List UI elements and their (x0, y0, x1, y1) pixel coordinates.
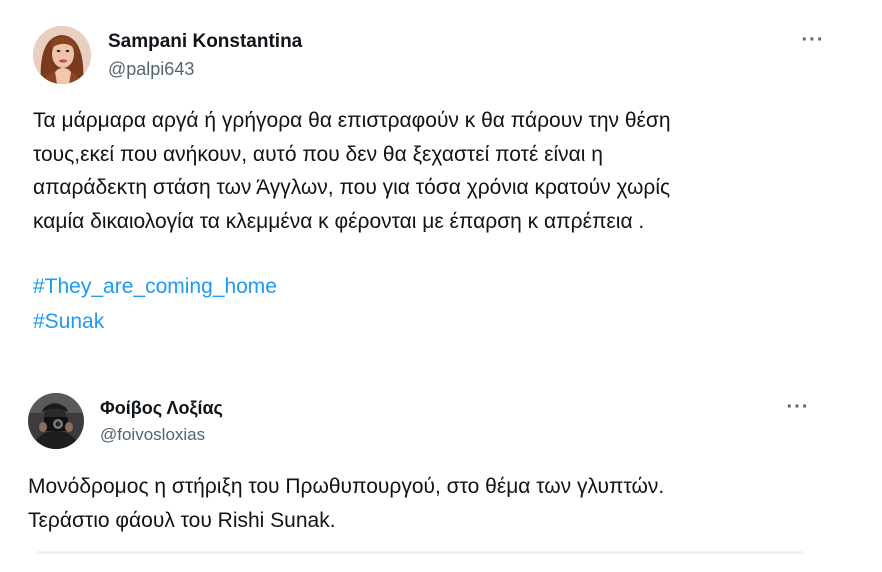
author-handle[interactable]: @foivosloxias (100, 425, 205, 445)
tweet-text: Τα μάρμαρα αργά ή γρήγορα θα επιστραφούν… (33, 104, 671, 238)
author-display-name[interactable]: Sampani Konstantina (108, 31, 302, 53)
more-horizontal-icon: ··· (786, 396, 810, 418)
tweet-text-line: Τα μάρμαρα αργά ή γρήγορα θα επιστραφούν… (33, 109, 671, 132)
tweet-text-line: τους,εκεί που ανήκουν, αυτό που δεν θα ξ… (33, 142, 603, 166)
tweet-text: Μονόδρομος η στήριξη του Πρωθυπουργού, σ… (28, 470, 664, 538)
woman-profile-photo-icon (33, 26, 91, 84)
tweet-text-line: καμία δικαιολογία τα κλεμμένα κ φέρονται… (33, 209, 645, 233)
tweet-text-line: Τεράστιο φάουλ του Rishi Sunak. (28, 509, 336, 532)
man-profile-photo-icon (28, 393, 84, 449)
more-options-button[interactable]: ··· (798, 30, 828, 50)
avatar[interactable] (28, 393, 84, 449)
hashtag-link[interactable]: #They_are_coming_home (33, 275, 277, 299)
tweet: Φοίβος Λοξίας @foivosloxias ··· Μονόδρομ… (0, 372, 882, 572)
author-display-name[interactable]: Φοίβος Λοξίας (100, 398, 223, 419)
hashtag-link[interactable]: #Sunak (33, 310, 104, 334)
more-options-button[interactable]: ··· (783, 397, 813, 417)
tweet-text-line: Μονόδρομος η στήριξη του Πρωθυπουργού, σ… (28, 475, 665, 498)
author-handle[interactable]: @palpi643 (108, 59, 194, 80)
tweet: Sampani Konstantina @palpi643 ··· Τα μάρ… (0, 0, 882, 372)
more-horizontal-icon: ··· (801, 29, 825, 51)
tweet-text-line: απαράδεκτη στάση των Άγγλων, που για τόσ… (33, 176, 671, 199)
avatar[interactable] (33, 26, 91, 84)
divider (36, 551, 804, 554)
